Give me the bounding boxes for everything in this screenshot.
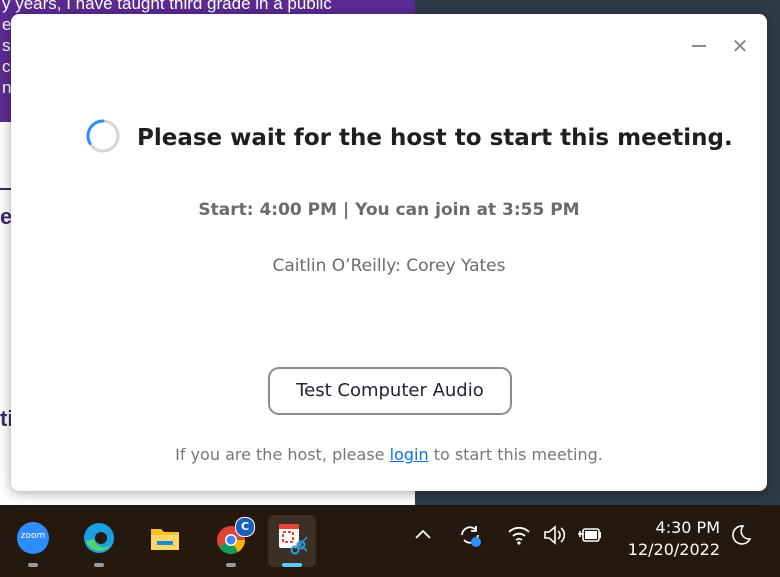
clock-time: 4:30 PM xyxy=(655,518,720,537)
wifi-icon[interactable] xyxy=(506,522,532,548)
snipping-tool-icon xyxy=(279,524,308,555)
volume-icon[interactable] xyxy=(541,522,567,548)
edge-icon xyxy=(84,523,114,553)
waiting-for-host-dialog: ✕ Please wait for the host to start this… xyxy=(11,14,767,491)
system-clock[interactable]: 4:30 PM 12/20/2022 xyxy=(612,517,720,561)
close-icon[interactable]: ✕ xyxy=(730,36,750,56)
banner-line: y years, I have taught third grade in a … xyxy=(2,0,332,13)
active-indicator xyxy=(282,563,302,567)
folder-icon xyxy=(151,529,179,550)
taskbar-app-snipping-tool[interactable] xyxy=(268,515,316,567)
meeting-schedule: Start: 4:00 PM | You can join at 3:55 PM xyxy=(198,200,580,220)
chevron-up-icon[interactable] xyxy=(410,522,436,548)
running-indicator xyxy=(28,563,38,567)
meeting-participants: Caitlin O’Reilly: Corey Yates xyxy=(272,256,506,276)
battery-icon[interactable] xyxy=(577,522,603,548)
test-computer-audio-button[interactable]: Test Computer Audio xyxy=(268,367,512,415)
taskbar-app-zoom[interactable]: zoom xyxy=(9,515,57,567)
taskbar-app-edge[interactable] xyxy=(75,515,123,567)
host-text-before: If you are the host, please xyxy=(175,445,385,464)
sync-icon[interactable] xyxy=(457,522,483,548)
clock-date: 12/20/2022 xyxy=(627,540,720,559)
taskbar-app-chrome[interactable]: C xyxy=(207,515,255,567)
running-indicator xyxy=(94,563,104,567)
minimize-icon[interactable] xyxy=(689,36,709,56)
taskbar-app-file-explorer[interactable] xyxy=(141,515,189,567)
chrome-profile-badge: C xyxy=(235,517,255,537)
moon-icon[interactable] xyxy=(728,522,754,548)
login-link[interactable]: login xyxy=(390,445,429,464)
loading-spinner-icon xyxy=(86,119,120,153)
host-text-after: to start this meeting. xyxy=(433,445,603,464)
dialog-title: Please wait for the host to start this m… xyxy=(137,125,733,151)
running-indicator xyxy=(226,563,236,567)
host-login-prompt: If you are the host, please login to sta… xyxy=(11,445,767,464)
zoom-icon-label: zoom xyxy=(20,531,46,541)
